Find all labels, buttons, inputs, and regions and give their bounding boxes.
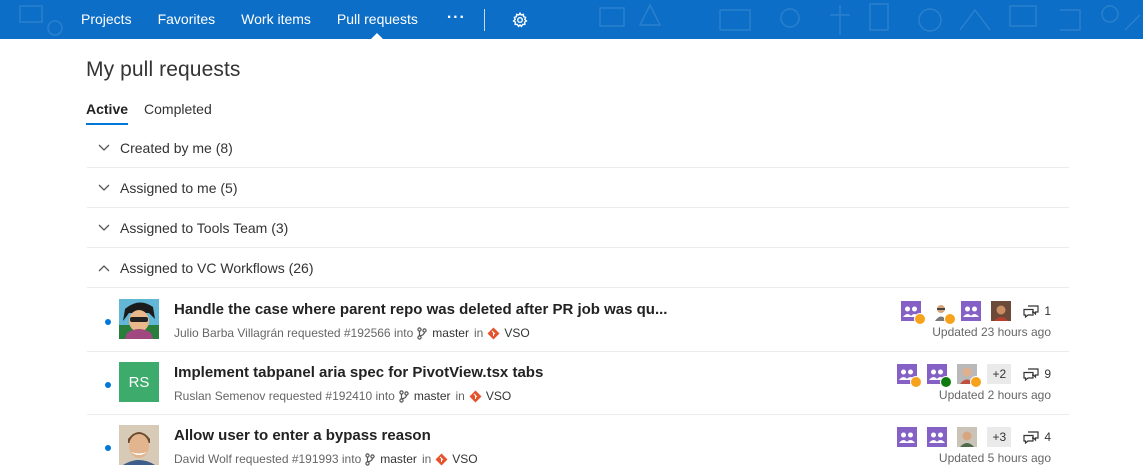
pr-author-line: Julio Barba Villagrán requested #192566 … — [174, 326, 414, 340]
pr-author-line: Ruslan Semenov requested #192410 into — [174, 389, 395, 403]
reviewer-avatar[interactable] — [991, 301, 1012, 321]
more-reviewers-badge[interactable]: +3 — [987, 427, 1012, 447]
approved-check-icon — [940, 376, 953, 388]
reviewers: 1 — [891, 301, 1051, 325]
pr-title[interactable]: Handle the case where parent repo was de… — [174, 301, 667, 318]
chevron-down-icon — [87, 184, 120, 192]
group-assigned-to-vc-workflows[interactable]: Assigned to VC Workflows (26) — [87, 248, 1069, 288]
group-label: Assigned to me (5) — [120, 179, 238, 196]
repo-name[interactable]: VSO — [452, 452, 477, 466]
nav-work-items[interactable]: Work items — [228, 0, 324, 39]
git-repo-icon — [487, 327, 500, 339]
pr-meta: David Wolf requested #191993 into master… — [174, 452, 478, 466]
reviewer-team-avatar[interactable] — [961, 301, 982, 321]
nav-divider — [483, 8, 485, 31]
pull-request-row[interactable]: RS Implement tabpanel aria spec for Pivo… — [87, 352, 1069, 415]
pr-author-line: David Wolf requested #191993 into — [174, 452, 362, 466]
comments-number: 1 — [1044, 304, 1051, 318]
top-navigation-bar: Projects Favorites Work items Pull reque… — [0, 0, 1143, 39]
pull-request-row[interactable]: Handle the case where parent repo was de… — [87, 289, 1069, 352]
reviewer-avatar[interactable] — [957, 364, 983, 388]
comments-count[interactable]: 4 — [1023, 430, 1051, 444]
pr-tabs: Active Completed — [86, 99, 228, 125]
nav-favorites[interactable]: Favorites — [145, 0, 229, 39]
target-branch[interactable]: master — [432, 326, 469, 340]
in-label: in — [473, 326, 484, 340]
waiting-clock-icon — [970, 376, 983, 388]
waiting-clock-icon — [914, 313, 927, 325]
pr-title[interactable]: Allow user to enter a bypass reason — [174, 427, 431, 444]
comments-count[interactable]: 1 — [1023, 304, 1051, 318]
reviewer-team-avatar[interactable] — [897, 427, 918, 447]
updated-time: Updated 2 hours ago — [938, 388, 1051, 402]
comments-icon — [1023, 430, 1039, 444]
comments-icon — [1023, 367, 1039, 381]
reviewer-avatar[interactable] — [957, 427, 978, 447]
pr-meta: Ruslan Semenov requested #192410 into ma… — [174, 389, 511, 403]
branch-icon — [417, 326, 427, 340]
reviewer-team-avatar[interactable] — [927, 427, 948, 447]
git-repo-icon — [435, 453, 448, 465]
reviewer-team-avatar[interactable] — [927, 364, 953, 388]
avatar-initials: RS — [128, 373, 150, 391]
chevron-down-icon — [87, 224, 120, 232]
reviewers: +2 9 — [887, 364, 1051, 388]
pr-groups: Created by me (8) Assigned to me (5) Ass… — [87, 128, 1069, 288]
comments-number: 9 — [1044, 367, 1051, 381]
branch-icon — [399, 389, 409, 403]
unread-dot — [105, 319, 111, 325]
more-reviewers-badge[interactable]: +2 — [987, 364, 1012, 384]
comments-count[interactable]: 9 — [1023, 367, 1051, 381]
branch-icon — [365, 452, 375, 466]
comments-number: 4 — [1044, 430, 1051, 444]
reviewer-avatar[interactable] — [931, 301, 957, 325]
unread-dot — [105, 382, 111, 388]
group-assigned-to-tools-team[interactable]: Assigned to Tools Team (3) — [87, 208, 1069, 248]
reviewers: +3 4 — [887, 427, 1051, 447]
group-label: Assigned to Tools Team (3) — [120, 219, 289, 236]
author-avatar — [119, 425, 159, 465]
author-avatar — [119, 299, 159, 339]
target-branch[interactable]: master — [380, 452, 417, 466]
pull-request-row[interactable]: Allow user to enter a bypass reason Davi… — [87, 415, 1069, 476]
group-created-by-me[interactable]: Created by me (8) — [87, 128, 1069, 168]
chevron-up-icon — [87, 264, 120, 272]
page-title: My pull requests — [86, 58, 241, 81]
group-label: Created by me (8) — [120, 139, 233, 156]
pr-meta: Julio Barba Villagrán requested #192566 … — [174, 326, 530, 340]
author-avatar: RS — [119, 362, 159, 402]
reviewer-team-avatar[interactable] — [897, 364, 923, 388]
comments-icon — [1023, 304, 1039, 318]
git-repo-icon — [469, 390, 482, 402]
waiting-clock-icon — [910, 376, 923, 388]
in-label: in — [455, 389, 465, 403]
nav-pull-requests[interactable]: Pull requests — [324, 0, 431, 39]
nav-projects[interactable]: Projects — [68, 0, 145, 39]
target-branch[interactable]: master — [414, 389, 451, 403]
updated-time: Updated 5 hours ago — [938, 451, 1051, 465]
tab-completed[interactable]: Completed — [144, 99, 212, 125]
repo-name[interactable]: VSO — [486, 389, 511, 403]
pr-title[interactable]: Implement tabpanel aria spec for PivotVi… — [174, 364, 543, 381]
more-ellipsis-icon[interactable]: ··· — [431, 0, 484, 39]
pull-request-list: Handle the case where parent repo was de… — [87, 289, 1069, 476]
group-label: Assigned to VC Workflows (26) — [120, 259, 314, 276]
tab-active[interactable]: Active — [86, 99, 129, 125]
chevron-down-icon — [87, 144, 120, 152]
updated-time: Updated 23 hours ago — [932, 325, 1051, 339]
main-nav: Projects Favorites Work items Pull reque… — [68, 0, 540, 39]
reviewer-team-avatar[interactable] — [901, 301, 927, 325]
repo-name[interactable]: VSO — [504, 326, 529, 340]
unread-dot — [105, 445, 111, 451]
waiting-clock-icon — [944, 313, 957, 325]
gear-icon[interactable] — [501, 0, 540, 39]
in-label: in — [421, 452, 432, 466]
group-assigned-to-me[interactable]: Assigned to me (5) — [87, 168, 1069, 208]
